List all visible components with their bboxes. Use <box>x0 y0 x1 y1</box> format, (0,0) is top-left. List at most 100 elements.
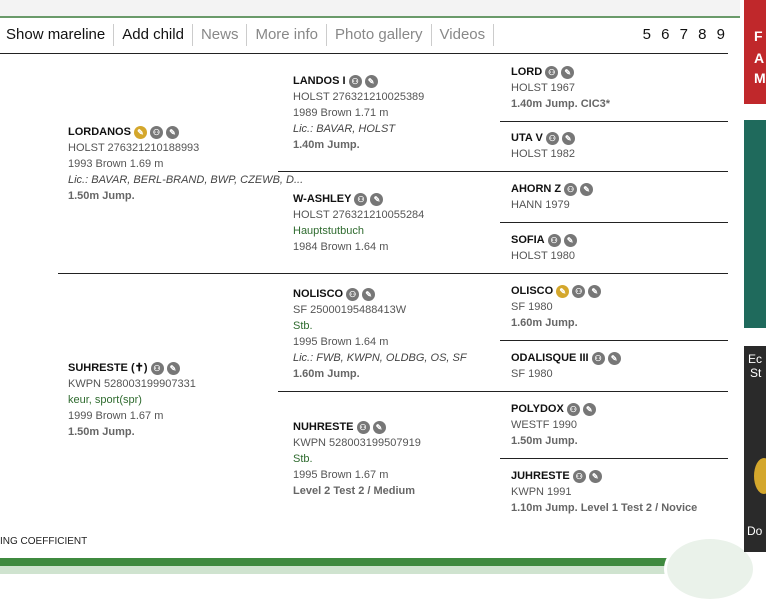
tab-videos[interactable]: Videos <box>432 24 495 46</box>
edit-icon[interactable]: ✎ <box>563 233 577 247</box>
registration: SF 1980 <box>511 301 553 313</box>
sport-level: 1.40m Jump. <box>293 139 360 151</box>
studbook: Hauptstutbuch <box>293 225 364 237</box>
tab-photo-gallery[interactable]: Photo gallery <box>327 24 432 46</box>
horse-name[interactable]: OLISCO <box>511 283 553 299</box>
pedigree-icon[interactable]: ⚇ <box>545 131 559 145</box>
horse-name[interactable]: LORDANOS <box>68 124 131 140</box>
chat-bubble-button[interactable] <box>664 536 756 602</box>
side-ad-1[interactable]: F A M <box>744 0 766 104</box>
gen3-divider-1 <box>500 121 728 122</box>
pedigree-icon[interactable]: ⚇ <box>150 361 164 375</box>
tab-add-child[interactable]: Add child <box>114 24 193 46</box>
pencil-icon[interactable]: ✎ <box>133 125 147 139</box>
edit-icon[interactable]: ✎ <box>165 125 179 139</box>
sport-level: 1.10m Jump. Level 1 Test 2 / Novice <box>511 502 698 514</box>
horse-name[interactable]: POLYDOX <box>511 401 564 417</box>
licences: Lic.: FWB, KWPN, OLDBG, OS, SF <box>293 352 467 364</box>
edit-icon[interactable]: ✎ <box>372 420 386 434</box>
bottom-bar-strip <box>0 566 740 574</box>
studbook: Stb. <box>293 320 313 332</box>
pagination[interactable]: 5 6 7 8 9 <box>643 26 728 43</box>
sport-level: 1.50m Jump. <box>68 190 135 202</box>
horse-info: 1995 Brown 1.64 m <box>293 336 389 348</box>
horse-name[interactable]: JUHRESTE <box>511 468 570 484</box>
registration: HOLST 1982 <box>511 148 576 160</box>
horse-name[interactable]: UTA V <box>511 130 543 146</box>
ad-letter: A <box>754 50 765 66</box>
studbook: Stb. <box>293 453 313 465</box>
edit-icon[interactable]: ✎ <box>582 402 596 416</box>
edit-icon[interactable]: ✎ <box>364 74 378 88</box>
pedigree-icon[interactable]: ⚇ <box>566 402 580 416</box>
pedigree-icon[interactable]: ⚇ <box>564 182 578 196</box>
pedigree-icon[interactable]: ⚇ <box>547 233 561 247</box>
horse-name[interactable]: LANDOS I <box>293 73 346 89</box>
pedigree-icon[interactable]: ⚇ <box>591 351 605 365</box>
horse-name[interactable]: SOFIA <box>511 232 545 248</box>
sport-level: 1.40m Jump. CIC3* <box>511 98 611 110</box>
horse-lordanos: LORDANOS ✎ ⚇ ✎ HOLST 276321210188993 1993 B… <box>68 124 303 204</box>
pedigree-icon[interactable]: ⚇ <box>348 74 362 88</box>
horse-name[interactable]: NUHRESTE <box>293 419 354 435</box>
header-divider <box>0 53 728 54</box>
pedigree-icon[interactable]: ⚇ <box>572 469 586 483</box>
horse-name[interactable]: W-ASHLEY <box>293 191 351 207</box>
registration: HOLST 1980 <box>511 250 576 262</box>
ad-text: Ec <box>748 352 763 366</box>
registration: WESTF 1990 <box>511 419 578 431</box>
registration: HOLST 276321210025389 <box>293 91 425 103</box>
edit-icon[interactable]: ✎ <box>362 287 376 301</box>
licences: Lic.: BAVAR, BERL-BRAND, BWP, CZEWB, D..… <box>68 174 304 186</box>
pedigree-icon[interactable]: ⚇ <box>149 125 163 139</box>
edit-icon[interactable]: ✎ <box>588 284 602 298</box>
horse-w-ashley: W-ASHLEY ⚇ ✎ HOLST 276321210055284 Hauptst… <box>293 191 424 255</box>
side-ad-2[interactable] <box>744 120 766 328</box>
horse-nuhreste: NUHRESTE ⚇ ✎ KWPN 528003199507919 Stb. 199… <box>293 419 421 499</box>
horse-odalisque: ODALISQUE III ⚇ ✎ SF 1980 <box>511 350 621 382</box>
edit-icon[interactable]: ✎ <box>561 131 575 145</box>
side-ad-3[interactable]: Ec St Do <box>744 346 766 552</box>
ad-text: St <box>750 366 762 380</box>
horse-name[interactable]: SUHRESTE (✝) <box>68 360 148 376</box>
tab-bar: Show mareline Add child News More info P… <box>0 22 728 48</box>
edit-icon[interactable]: ✎ <box>166 361 180 375</box>
ad-letter: M <box>754 70 766 86</box>
studbook: keur, sport(spr) <box>68 394 142 406</box>
sport-level: 1.50m Jump. <box>511 435 578 447</box>
pencil-icon[interactable]: ✎ <box>556 284 570 298</box>
edit-icon[interactable]: ✎ <box>607 351 621 365</box>
sport-level: 1.60m Jump. <box>511 317 578 329</box>
pedigree-icon[interactable]: ⚇ <box>572 284 586 298</box>
horse-name[interactable]: NOLISCO <box>293 286 343 302</box>
edit-icon[interactable]: ✎ <box>580 182 594 196</box>
horse-info: 1984 Brown 1.64 m <box>293 241 389 253</box>
gen3-divider-3 <box>500 340 728 341</box>
horse-name[interactable]: ODALISQUE III <box>511 350 589 366</box>
horse-sofia: SOFIA ⚇ ✎ HOLST 1980 <box>511 232 577 264</box>
registration: KWPN 1991 <box>511 486 572 498</box>
tab-news[interactable]: News <box>193 24 248 46</box>
pedigree-icon[interactable]: ⚇ <box>354 192 368 206</box>
gen3-divider-4 <box>500 458 728 459</box>
horse-name[interactable]: AHORN Z <box>511 181 561 197</box>
horse-polydox: POLYDOX ⚇ ✎ WESTF 1990 1.50m Jump. <box>511 401 596 449</box>
registration: KWPN 528003199907331 <box>68 378 196 390</box>
pedigree-icon[interactable]: ⚇ <box>545 65 559 79</box>
edit-icon[interactable]: ✎ <box>588 469 602 483</box>
registration: HOLST 276321210188993 <box>68 142 200 154</box>
gen1-divider <box>58 273 728 274</box>
sport-level: 1.60m Jump. <box>293 368 360 380</box>
horse-info: 1999 Brown 1.67 m <box>68 410 164 422</box>
horse-info: 1989 Brown 1.71 m <box>293 107 389 119</box>
pedigree-icon[interactable]: ⚇ <box>356 420 370 434</box>
tab-more-info[interactable]: More info <box>247 24 327 46</box>
edit-icon[interactable]: ✎ <box>561 65 575 79</box>
horse-name[interactable]: LORD <box>511 64 542 80</box>
gen2-divider-bottom <box>278 391 728 392</box>
tab-show-mareline[interactable]: Show mareline <box>0 24 115 46</box>
registration: HOLST 276321210055284 <box>293 209 425 221</box>
horse-suhreste: SUHRESTE (✝) ⚇ ✎ KWPN 528003199907331 keur… <box>68 360 196 440</box>
edit-icon[interactable]: ✎ <box>370 192 384 206</box>
pedigree-icon[interactable]: ⚇ <box>346 287 360 301</box>
